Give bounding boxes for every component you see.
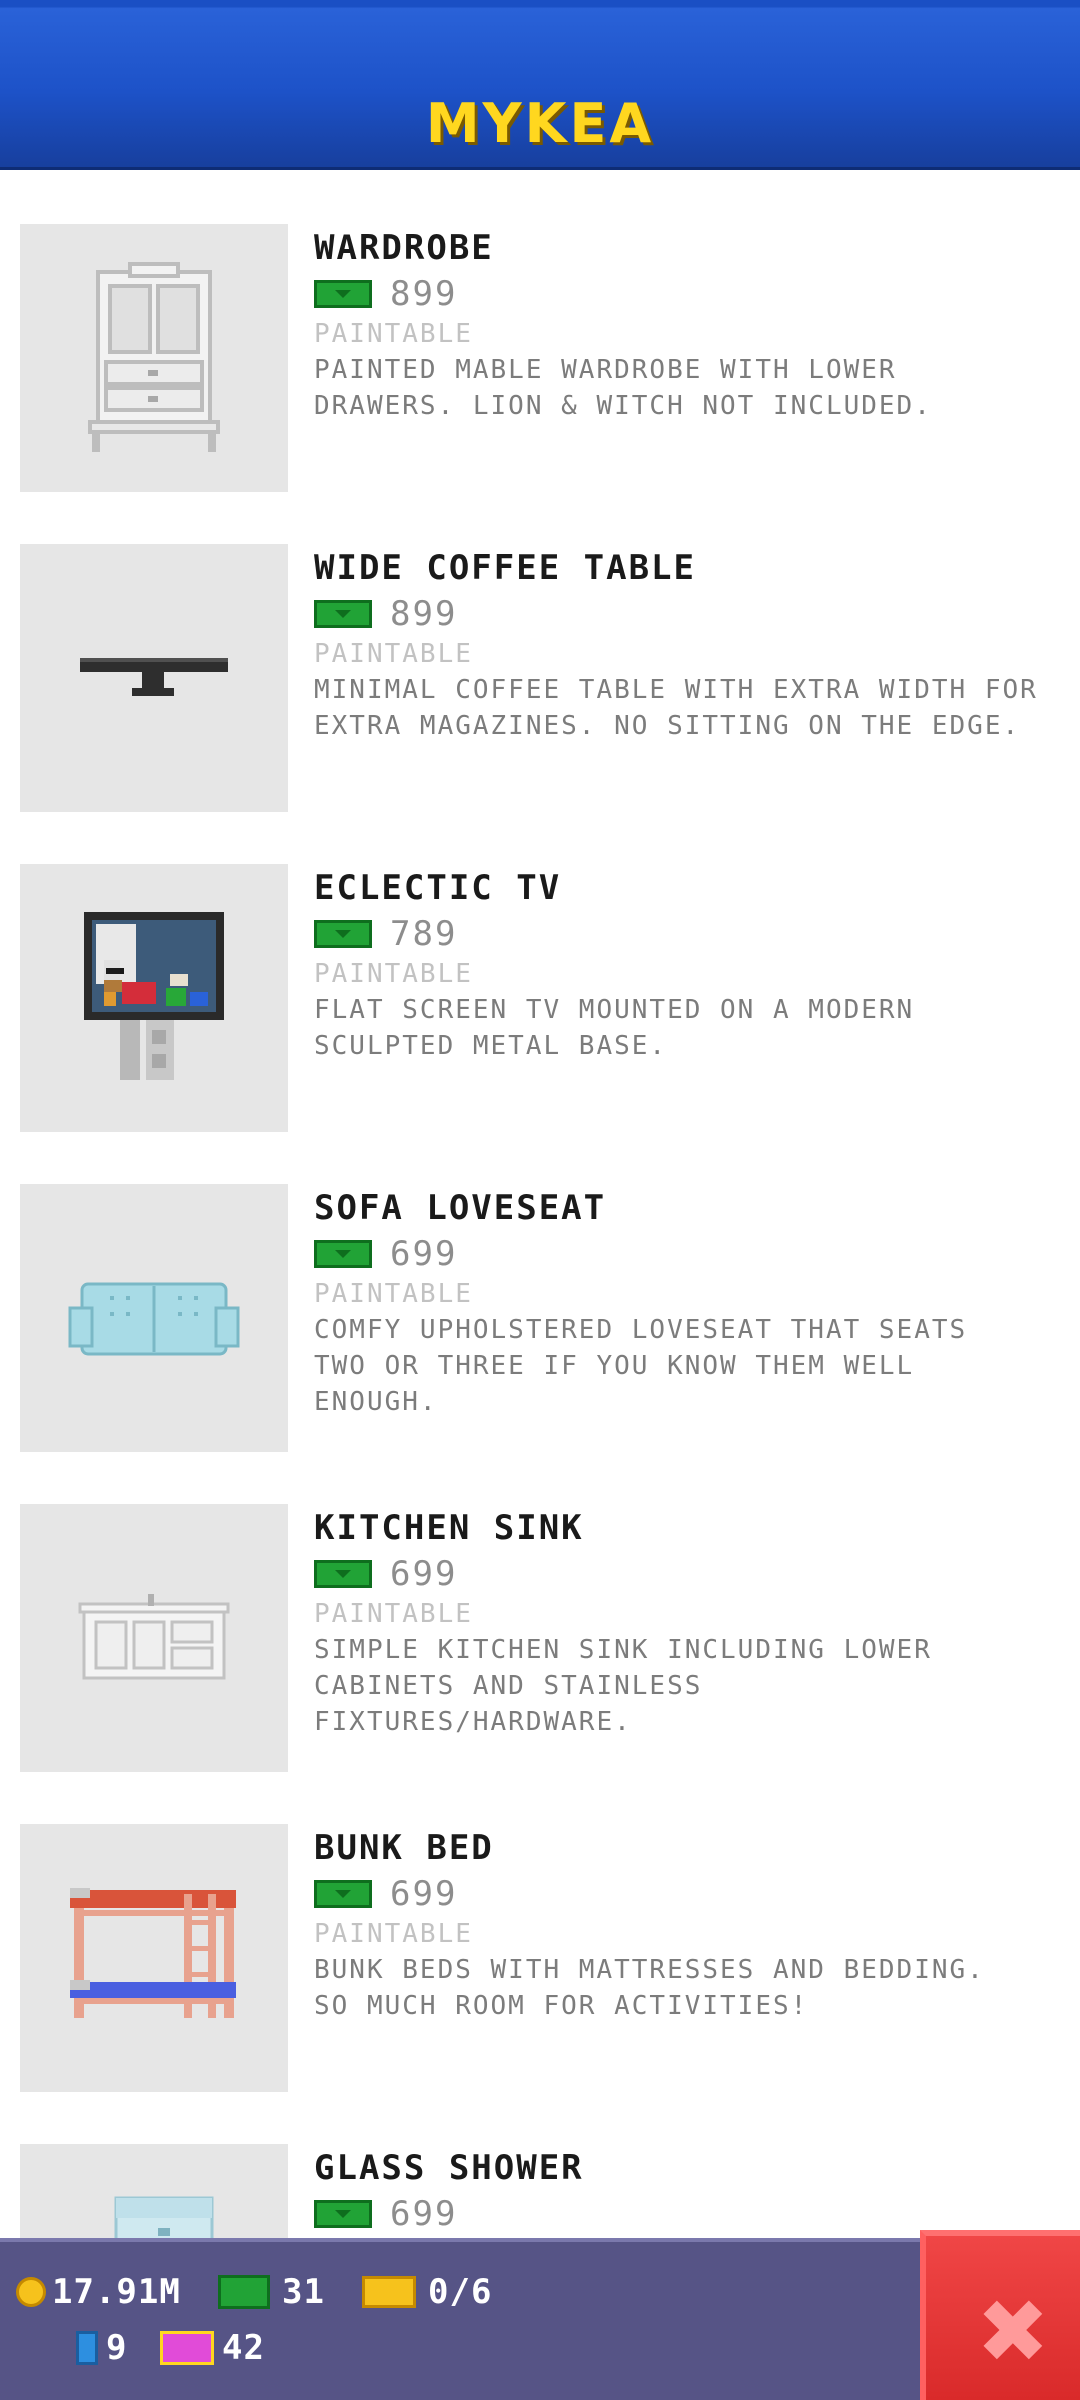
cash-icon — [314, 280, 372, 308]
list-item-wide-coffee-table[interactable]: WIDE COFFEE TABLE 899 PAINTABLE MINIMAL … — [0, 492, 1080, 812]
tickets-stat: 0/6 — [362, 2272, 492, 2312]
premium-bux-icon — [160, 2331, 214, 2365]
ticket-icon — [362, 2276, 416, 2308]
item-description: MINIMAL COFFEE TABLE WITH EXTRA WIDTH FO… — [314, 675, 1038, 741]
item-price: 789 — [390, 914, 458, 954]
status-bar: 17.91M 31 0/6 9 42 — [0, 2238, 1080, 2400]
close-icon: ✖ — [976, 2280, 1050, 2383]
item-price: 899 — [390, 274, 458, 314]
item-description: FLAT SCREEN TV MOUNTED ON A MODERN SCULP… — [314, 995, 915, 1061]
coin-icon — [16, 2277, 46, 2307]
coffee-table-icon — [20, 544, 288, 812]
store-title: MYKEA — [425, 92, 655, 155]
item-price: 699 — [390, 1554, 458, 1594]
cash-icon — [314, 600, 372, 628]
paintable-tag: PAINTABLE — [314, 319, 473, 349]
close-button[interactable]: ✖ — [920, 2230, 1080, 2400]
app-header: MYKEA — [0, 0, 1080, 170]
paintable-tag: PAINTABLE — [314, 1919, 473, 1949]
item-name: WARDROBE — [314, 228, 494, 268]
list-item-bunk-bed[interactable]: BUNK BED 699 PAINTABLE BUNK BEDS WITH MA… — [0, 1772, 1080, 2092]
item-price: 699 — [390, 2194, 458, 2234]
bitizens-stat: 9 — [76, 2328, 127, 2368]
bux-stat: 31 — [218, 2272, 325, 2312]
cash-icon — [314, 1240, 372, 1268]
cash-icon — [314, 1880, 372, 1908]
paintable-tag: PAINTABLE — [314, 1599, 473, 1629]
coins-stat: 17.91M — [16, 2272, 181, 2312]
cash-icon — [314, 2200, 372, 2228]
loveseat-icon — [20, 1184, 288, 1452]
list-item-sofa-loveseat[interactable]: SOFA LOVESEAT 699 PAINTABLE COMFY UPHOLS… — [0, 1132, 1080, 1452]
bitizen-icon — [76, 2331, 98, 2365]
cash-icon — [314, 1560, 372, 1588]
item-list[interactable]: WARDROBE 899 PAINTABLE PAINTED MABLE WAR… — [0, 172, 1080, 2400]
item-name: SOFA LOVESEAT — [314, 1188, 607, 1228]
list-item-wardrobe[interactable]: WARDROBE 899 PAINTABLE PAINTED MABLE WAR… — [0, 172, 1080, 492]
bux-icon — [218, 2275, 270, 2309]
list-item-eclectic-tv[interactable]: ECLECTIC TV 789 PAINTABLE FLAT SCREEN TV… — [0, 812, 1080, 1132]
list-item-kitchen-sink[interactable]: KITCHEN SINK 699 PAINTABLE SIMPLE KITCHE… — [0, 1452, 1080, 1772]
item-price: 899 — [390, 594, 458, 634]
paintable-tag: PAINTABLE — [314, 959, 473, 989]
item-name: WIDE COFFEE TABLE — [314, 548, 696, 588]
item-description: SIMPLE KITCHEN SINK INCLUDING LOWER CABI… — [314, 1635, 932, 1737]
item-name: BUNK BED — [314, 1828, 494, 1868]
item-description: COMFY UPHOLSTERED LOVESEAT THAT SEATS TW… — [314, 1315, 968, 1417]
item-price: 699 — [390, 1234, 458, 1274]
tv-icon — [20, 864, 288, 1132]
wardrobe-icon — [20, 224, 288, 492]
tickets-value: 0/6 — [428, 2272, 493, 2312]
bux-value: 31 — [282, 2272, 325, 2312]
item-description: PAINTED MABLE WARDROBE WITH LOWER DRAWER… — [314, 355, 932, 421]
paintable-tag: PAINTABLE — [314, 1279, 473, 1309]
premium-bux-stat: 42 — [160, 2328, 265, 2368]
kitchen-sink-icon — [20, 1504, 288, 1772]
cash-icon — [314, 920, 372, 948]
bunk-bed-icon — [20, 1824, 288, 2092]
item-description: BUNK BEDS WITH MATTRESSES AND BEDDING. S… — [314, 1955, 985, 2021]
bitizens-value: 9 — [106, 2328, 128, 2368]
item-price: 699 — [390, 1874, 458, 1914]
premium-bux-value: 42 — [222, 2328, 265, 2368]
item-name: ECLECTIC TV — [314, 868, 562, 908]
item-name: GLASS SHOWER — [314, 2148, 584, 2188]
paintable-tag: PAINTABLE — [314, 639, 473, 669]
item-name: KITCHEN SINK — [314, 1508, 584, 1548]
coins-value: 17.91M — [52, 2272, 181, 2312]
